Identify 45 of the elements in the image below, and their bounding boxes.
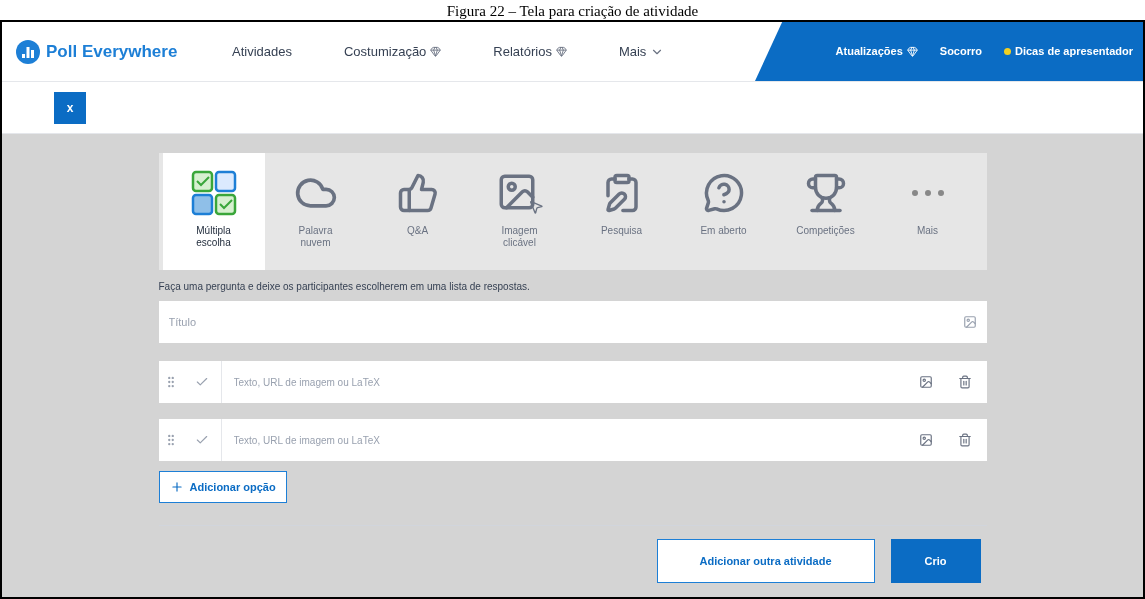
option-input[interactable]: Texto, URL de imagem ou LaTeX: [220, 361, 909, 403]
plus-icon: [169, 480, 184, 494]
header-link[interactable]: Atualizações: [835, 43, 918, 60]
close-button[interactable]: x: [54, 91, 86, 124]
delete-icon[interactable]: [957, 375, 972, 389]
check-icon[interactable]: [194, 375, 209, 389]
question-bubble-icon: [702, 172, 745, 214]
activity-type-tab[interactable]: Q&A: [366, 153, 469, 270]
create-button[interactable]: Crio: [890, 539, 981, 583]
check-icon[interactable]: [194, 433, 209, 447]
image-icon[interactable]: [918, 375, 933, 389]
delete-icon[interactable]: [957, 433, 972, 447]
brand-name[interactable]: Poll Everywhere: [46, 38, 178, 65]
header-link[interactable]: Socorro: [939, 43, 982, 60]
title-field[interactable]: Título: [158, 301, 987, 343]
activity-type-tab[interactable]: Múltipla escolha: [162, 153, 265, 270]
nav-link[interactable]: Mais: [618, 41, 665, 62]
figure-caption: Figura 22 – Tela para criação de atividade: [446, 2, 699, 20]
nav-link[interactable]: Relatórios: [493, 41, 567, 62]
gem-icon: [430, 46, 442, 57]
more-dots-icon: [910, 189, 945, 197]
gem-icon: [906, 46, 918, 57]
activity-description: Faça uma pergunta e deixe os participantes escolherem em uma lista de respostas.: [158, 280, 531, 294]
header-link[interactable]: Dicas de apresentador: [1004, 43, 1133, 60]
add-option-button[interactable]: Adicionar opção: [158, 471, 287, 503]
add-activity-button[interactable]: Adicionar outra atividade: [656, 539, 875, 583]
activity-type-tab[interactable]: Imagem clicável: [468, 153, 571, 270]
option-field[interactable]: Texto, URL de imagem ou LaTeX: [158, 361, 987, 403]
nav-link[interactable]: Atividades: [232, 41, 292, 62]
option-field[interactable]: Texto, URL de imagem ou LaTeX: [158, 419, 987, 461]
gem-icon: [555, 46, 567, 57]
activity-type-tab[interactable]: Palavra nuvem: [264, 153, 367, 270]
checkbox-grid-icon: [190, 170, 237, 216]
image-icon[interactable]: [962, 315, 977, 329]
title-input[interactable]: Título: [168, 313, 963, 331]
activity-type-tab[interactable]: Pesquisa: [570, 153, 673, 270]
nav-link[interactable]: Costumização: [344, 41, 442, 62]
trophy-icon: [804, 172, 847, 214]
thumbs-up-icon: [396, 172, 439, 214]
activity-type-tab[interactable]: Em aberto: [672, 153, 775, 270]
option-input[interactable]: Texto, URL de imagem ou LaTeX: [220, 419, 909, 461]
activity-type-tab[interactable]: Mais: [876, 153, 979, 270]
activity-type-tab[interactable]: Competições: [774, 153, 877, 270]
logo-icon: [16, 39, 40, 64]
image-icon[interactable]: [918, 433, 933, 447]
